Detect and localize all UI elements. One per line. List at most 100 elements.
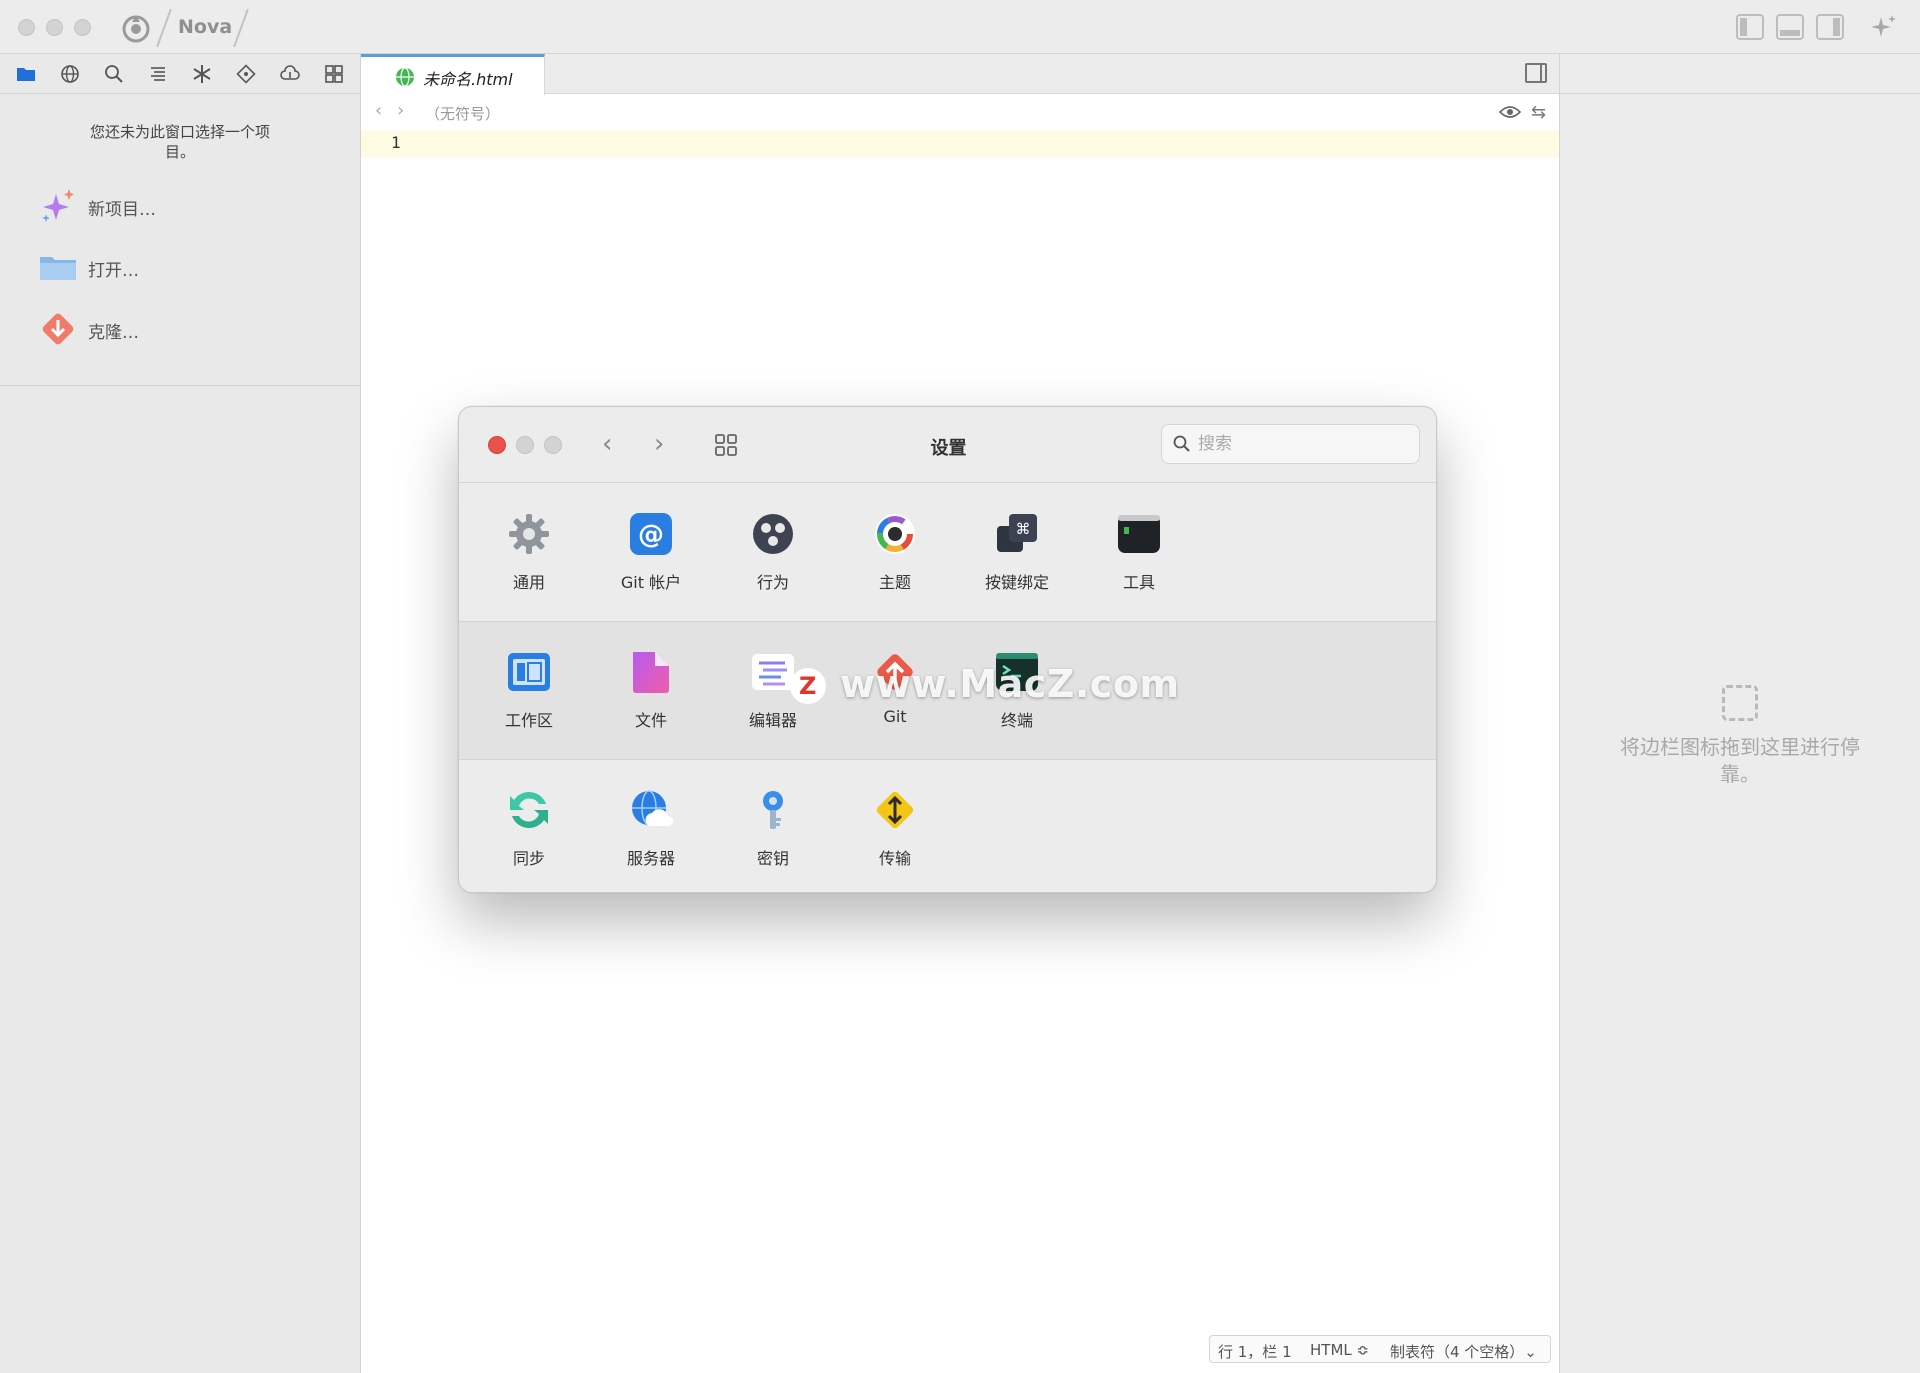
- pane-label: Git 帐户: [620, 573, 682, 592]
- pane-theme[interactable]: 主题: [845, 484, 945, 622]
- pane-label: 主题: [878, 573, 911, 592]
- search-icon[interactable]: [103, 63, 125, 85]
- right-sidebar-toolbar: [1560, 54, 1920, 94]
- pane-label: 同步: [512, 849, 545, 868]
- path-separator: [233, 8, 249, 48]
- pane-servers[interactable]: 服务器: [601, 760, 701, 892]
- zoom-window-button[interactable]: [74, 19, 91, 36]
- line-number: 1: [391, 133, 401, 152]
- tab-bar: 未命名.html: [361, 54, 1559, 95]
- toggle-left-sidebar-icon[interactable]: [1736, 14, 1764, 40]
- settings-search[interactable]: [1161, 424, 1420, 464]
- pane-label: 传输: [878, 849, 911, 868]
- pane-label: 工具: [1122, 573, 1155, 592]
- indentation-selector[interactable]: 制表符（4 个空格）⌄: [1390, 1341, 1537, 1362]
- current-line-highlight: [361, 131, 1559, 157]
- pane-files[interactable]: 文件: [601, 622, 701, 760]
- settings-search-input[interactable]: [1198, 432, 1408, 456]
- path-separator: [156, 8, 172, 48]
- preview-eye-icon[interactable]: [1499, 105, 1521, 119]
- git-icon[interactable]: [235, 63, 257, 85]
- keybinding-icon: ⌘: [997, 514, 1037, 552]
- svg-text:@: @: [638, 520, 664, 550]
- pane-workspace[interactable]: 工作区: [479, 622, 579, 760]
- web-icon[interactable]: [59, 63, 81, 85]
- dock-hint: 将边栏图标拖到这里进行停靠。: [1620, 735, 1860, 786]
- symbols-icon[interactable]: [147, 63, 169, 85]
- swap-icon[interactable]: ⇆: [1531, 102, 1549, 123]
- extensions-icon[interactable]: [323, 63, 345, 85]
- behavior-icon: [753, 514, 793, 554]
- clone-label: 克隆…: [88, 323, 139, 343]
- clone-icon: [42, 313, 74, 345]
- file-icon: [633, 652, 669, 693]
- syntax-selector[interactable]: HTML ≎: [1310, 1341, 1369, 1359]
- key-icon: [763, 791, 783, 829]
- sidebar-divider: [0, 385, 361, 386]
- nova-app-icon[interactable]: [120, 12, 152, 44]
- pane-label: 通用: [512, 573, 545, 592]
- pane-keys[interactable]: 密钥: [723, 760, 823, 892]
- app-name: Nova: [178, 16, 233, 38]
- no-project-message: 您还未为此窗口选择一个项目。: [89, 123, 270, 161]
- jump-bar: ‹ › （无符号） ⇆: [361, 95, 1559, 129]
- pane-transfer[interactable]: 传输: [845, 760, 945, 892]
- symbol-breadcrumb[interactable]: （无符号）: [425, 103, 500, 124]
- pane-label: 行为: [756, 573, 789, 592]
- watermark-badge: Z: [790, 668, 826, 704]
- pane-key-bindings[interactable]: ⌘ 按键绑定: [967, 484, 1067, 622]
- html-globe-icon: [396, 67, 414, 87]
- right-sidebar: 将边栏图标拖到这里进行停靠。: [1559, 54, 1920, 1373]
- pane-sync[interactable]: 同步: [479, 760, 579, 892]
- sparkle-icon: [42, 189, 74, 222]
- search-icon: [1173, 435, 1190, 452]
- open-label: 打开…: [88, 261, 139, 281]
- pane-label: 服务器: [626, 849, 675, 868]
- sync-icon: [510, 792, 548, 828]
- close-window-button[interactable]: [18, 19, 35, 36]
- jump-forward-icon[interactable]: ›: [397, 100, 404, 121]
- pane-label: 按键绑定: [984, 573, 1049, 592]
- files-icon[interactable]: [15, 63, 37, 85]
- theme-icon: [875, 514, 915, 554]
- split-view-icon[interactable]: [1525, 63, 1547, 83]
- pane-label: 密钥: [756, 849, 789, 868]
- pane-behavior[interactable]: 行为: [723, 484, 823, 622]
- tab-label: 未命名.html: [423, 70, 513, 89]
- settings-row-general: 通用 @ Git 帐户 行为 主题 ⌘ 按键绑定 工具: [459, 484, 1436, 622]
- toggle-right-sidebar-icon[interactable]: [1816, 14, 1844, 40]
- pane-git-accounts[interactable]: @ Git 帐户: [601, 484, 701, 622]
- pane-label: 文件: [634, 711, 667, 730]
- clone-button[interactable]: 克隆…: [38, 307, 338, 351]
- at-icon: @: [630, 513, 672, 555]
- workspace-icon: [508, 653, 550, 691]
- minimize-window-button[interactable]: [46, 19, 63, 36]
- pane-tools[interactable]: 工具: [1089, 484, 1189, 622]
- settings-titlebar: ‹ › 设置: [459, 407, 1436, 483]
- settings-row-sync: 同步 服务器 密钥 传输: [459, 760, 1436, 892]
- sparkle-new-icon[interactable]: [1868, 12, 1898, 42]
- status-bar: 行 1，栏 1 HTML ≎ 制表符（4 个空格）⌄: [1209, 1335, 1551, 1363]
- server-icon: [632, 790, 673, 826]
- cursor-position[interactable]: 行 1，栏 1: [1218, 1341, 1292, 1362]
- sidebar-toolbar: [0, 54, 361, 94]
- svg-text:⌘: ⌘: [1016, 520, 1031, 538]
- watermark-text: www.MacZ.com: [840, 662, 1180, 706]
- new-project-button[interactable]: 新项目…: [38, 184, 338, 228]
- pane-label: 工作区: [504, 711, 553, 730]
- terminal-tool-icon: [1118, 515, 1160, 553]
- window-titlebar: Nova: [0, 0, 1920, 54]
- toggle-bottom-panel-icon[interactable]: [1776, 14, 1804, 40]
- open-button[interactable]: 打开…: [38, 245, 338, 289]
- folder-icon: [40, 257, 76, 280]
- sidebar: 您还未为此窗口选择一个项目。 新项目… 打开… 克隆…: [0, 54, 361, 1373]
- watermark: Z www.MacZ.com: [790, 662, 1179, 712]
- tab-untitled-html[interactable]: 未命名.html: [361, 54, 545, 95]
- clips-icon[interactable]: [191, 63, 213, 85]
- new-project-label: 新项目…: [88, 200, 156, 220]
- pane-general[interactable]: 通用: [479, 484, 579, 622]
- transfer-icon: [876, 791, 914, 829]
- remote-icon[interactable]: [279, 63, 301, 85]
- gear-icon: [509, 514, 549, 554]
- jump-back-icon[interactable]: ‹: [375, 100, 382, 121]
